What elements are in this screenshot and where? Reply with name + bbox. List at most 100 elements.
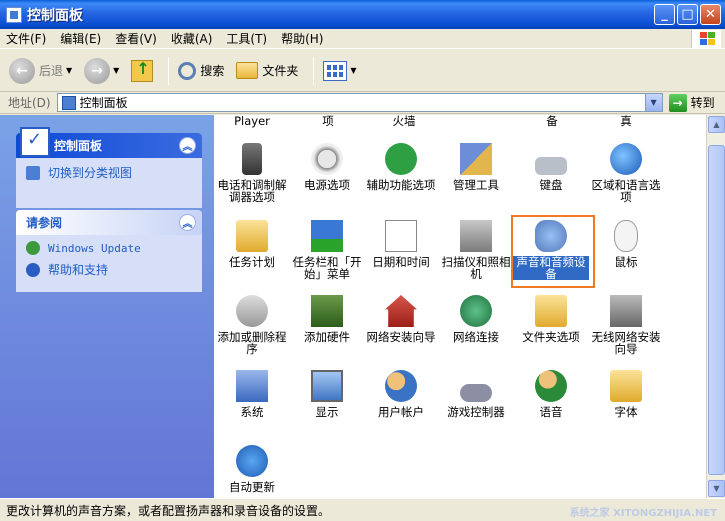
accessibility-icon: [385, 143, 417, 175]
chevron-down-icon: ▼: [113, 66, 120, 75]
search-button[interactable]: 搜索: [175, 55, 227, 87]
item-scheduled-tasks[interactable]: 任务计划: [214, 220, 290, 268]
help-support-link[interactable]: 帮助和支持: [16, 255, 202, 278]
item-wireless-setup[interactable]: 无线网络安装向导: [588, 295, 664, 355]
item-user-accounts[interactable]: 用户帐户: [363, 370, 439, 418]
windows-update-icon: [26, 241, 40, 255]
item-power[interactable]: 电源选项: [289, 143, 365, 191]
go-button[interactable]: → 转到: [668, 93, 715, 112]
item-label: 系统: [240, 405, 264, 419]
views-icon: [323, 60, 348, 81]
display-icon: [311, 370, 343, 402]
menu-edit[interactable]: 编辑(E): [60, 30, 101, 47]
task-pane: 控制面板 ︽ 切换到分类视图 请参阅 ︽ Windows Update 帮助和支…: [0, 115, 214, 498]
item-mouse[interactable]: 鼠标: [588, 220, 664, 268]
users-icon: [385, 370, 417, 402]
collapse-icon[interactable]: ︽: [179, 214, 196, 231]
views-button[interactable]: ▼: [320, 55, 359, 87]
item-system[interactable]: 系统: [214, 370, 290, 418]
scroll-down-button[interactable]: ▼: [708, 480, 725, 497]
forward-button[interactable]: → ▼: [81, 55, 122, 87]
item-fonts[interactable]: 字体: [588, 370, 664, 418]
folders-label: 文件夹: [262, 64, 299, 78]
item-scanners-cameras[interactable]: 扫描仪和照相机: [438, 220, 514, 280]
partial-item-label: 火墙: [392, 115, 416, 128]
toolbar-separator: [313, 56, 315, 85]
chevron-down-icon: ▼: [66, 66, 73, 75]
item-label: 声音和音频设备: [513, 256, 589, 280]
item-phone-modem[interactable]: 电话和调制解调器选项: [214, 143, 290, 203]
menu-view[interactable]: 查看(V): [115, 30, 157, 47]
scroll-up-button[interactable]: ▲: [708, 116, 725, 133]
go-arrow-icon: →: [668, 93, 687, 112]
phone-icon: [242, 143, 262, 175]
address-value: 控制面板: [79, 96, 128, 110]
chevron-down-icon: ▼: [350, 66, 357, 75]
hardware-icon: [311, 295, 343, 327]
item-taskbar-start[interactable]: 任务栏和「开始」菜单: [289, 220, 365, 280]
windows-update-icon: [236, 445, 268, 477]
title-bar: 控制面板 _ □ ✕: [0, 0, 725, 29]
menu-file[interactable]: 文件(F): [6, 30, 46, 47]
panel-header[interactable]: 请参阅 ︽: [16, 210, 202, 235]
address-dropdown-button[interactable]: ▼: [644, 94, 662, 111]
item-label: 文件夹选项: [522, 330, 580, 344]
item-network-connections[interactable]: 网络连接: [438, 295, 514, 343]
toolbar-separator: [168, 56, 170, 85]
item-region-language[interactable]: 区域和语言选项: [588, 143, 664, 203]
admin-tools-icon: [460, 143, 492, 175]
item-network-setup[interactable]: 网络安装向导: [363, 295, 439, 343]
back-button[interactable]: ← 后退 ▼: [6, 55, 75, 87]
status-bar: 更改计算机的声音方案，或者配置扬声器和录音设备的设置。 系统之家 XITONGZ…: [0, 498, 725, 521]
minimize-button[interactable]: _: [654, 4, 675, 25]
up-button[interactable]: [128, 55, 156, 87]
item-date-time[interactable]: 日期和时间: [363, 220, 439, 268]
search-label: 搜索: [200, 64, 225, 78]
wireless-icon: [610, 295, 642, 327]
maximize-button[interactable]: □: [677, 4, 698, 25]
item-game-controllers[interactable]: 游戏控制器: [438, 370, 514, 418]
item-speech[interactable]: 语音: [513, 370, 589, 418]
switch-category-view-link[interactable]: 切换到分类视图: [16, 158, 202, 181]
partial-item-label: Player: [234, 115, 270, 128]
item-label: 鼠标: [614, 255, 638, 269]
item-accessibility[interactable]: 辅助功能选项: [363, 143, 439, 191]
item-label: 电话和调制解调器选项: [217, 178, 287, 204]
system-icon: [236, 370, 268, 402]
menu-favorites[interactable]: 收藏(A): [171, 30, 213, 47]
address-input[interactable]: 控制面板 ▼: [56, 93, 663, 112]
close-button[interactable]: ✕: [700, 4, 721, 25]
scanner-camera-icon: [460, 220, 492, 252]
item-label: 键盘: [539, 178, 563, 192]
item-add-remove-programs[interactable]: 添加或删除程序: [214, 295, 290, 355]
item-display[interactable]: 显示: [289, 370, 365, 418]
windows-logo-icon: [691, 30, 721, 48]
panel-header[interactable]: 控制面板 ︽: [16, 127, 202, 158]
item-folder-options[interactable]: 文件夹选项: [513, 295, 589, 343]
network-icon: [460, 295, 492, 327]
item-label: 扫描仪和照相机: [441, 255, 511, 281]
help-icon: [26, 262, 40, 277]
item-automatic-updates[interactable]: 自动更新: [214, 445, 290, 493]
folder-options-icon: [535, 295, 567, 327]
item-keyboard[interactable]: 键盘: [513, 143, 589, 191]
menu-help[interactable]: 帮助(H): [281, 30, 323, 47]
mouse-icon: [614, 220, 638, 252]
fonts-icon: [610, 370, 642, 402]
forward-arrow-icon: →: [84, 57, 111, 84]
scroll-thumb[interactable]: [708, 145, 725, 475]
item-sound-audio[interactable]: 声音和音频设备: [513, 220, 589, 280]
go-label: 转到: [690, 96, 715, 110]
item-label: 日期和时间: [372, 255, 430, 269]
item-label: 区域和语言选项: [591, 178, 661, 204]
menu-tools[interactable]: 工具(T): [226, 30, 267, 47]
collapse-icon[interactable]: ︽: [179, 137, 196, 154]
folders-button[interactable]: 文件夹: [233, 55, 301, 87]
windows-update-link[interactable]: Windows Update: [16, 235, 202, 255]
home-network-icon: [385, 295, 417, 327]
item-admin-tools[interactable]: 管理工具: [438, 143, 514, 191]
address-label: 地址(D): [8, 96, 51, 110]
speech-icon: [535, 370, 567, 402]
item-add-hardware[interactable]: 添加硬件: [289, 295, 365, 343]
vertical-scrollbar[interactable]: ▲ ▼: [706, 115, 725, 498]
